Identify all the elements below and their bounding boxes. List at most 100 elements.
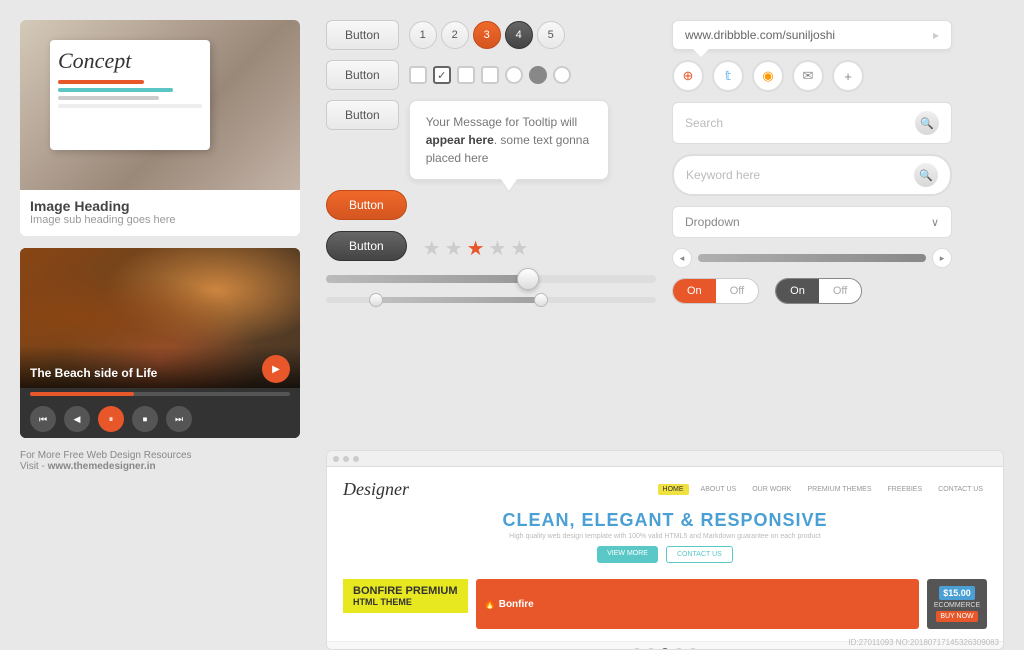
nav-home[interactable]: HOME: [658, 484, 689, 495]
image-subheading: Image sub heading goes here: [30, 214, 290, 226]
email-icon[interactable]: ✉: [792, 60, 824, 92]
button-orange[interactable]: Button: [326, 190, 407, 220]
search-box[interactable]: Search 🔍: [672, 102, 952, 144]
radio-3[interactable]: [553, 66, 571, 84]
keyword-box[interactable]: Keyword here 🔍: [672, 154, 952, 196]
footer-website: www.themedesigner.in: [48, 461, 156, 472]
bonfire-title: BONFIRE PREMIUM: [353, 585, 458, 597]
toggle-on-2[interactable]: On: [776, 279, 819, 303]
nav-about[interactable]: ABOUT US: [697, 484, 741, 495]
browser-dot-2: [343, 456, 349, 462]
nav-freebies[interactable]: FREEBIES: [884, 484, 927, 495]
view-more-btn[interactable]: VIEW MORE: [597, 546, 658, 563]
preview-nav: Designer HOME ABOUT US OUR WORK PREMIUM …: [343, 479, 987, 500]
checkboxes-row: ✓: [409, 66, 571, 84]
pause-button[interactable]: ⏸: [98, 406, 124, 432]
stop-button[interactable]: ⏹: [132, 406, 158, 432]
twitter-icon[interactable]: 𝕥: [712, 60, 744, 92]
range-thumb-left[interactable]: [369, 293, 383, 307]
skip-back-button[interactable]: ⏮: [30, 406, 56, 432]
page-1[interactable]: 1: [409, 21, 437, 49]
image-card-info: Image Heading Image sub heading goes her…: [20, 190, 300, 236]
radio-1[interactable]: [505, 66, 523, 84]
star-5[interactable]: ★: [510, 236, 528, 261]
range-left-arrow[interactable]: ◂: [672, 248, 692, 268]
range-track-wide[interactable]: [698, 254, 926, 262]
url-icon: ▸: [933, 28, 939, 42]
range-right-arrow[interactable]: ▸: [932, 248, 952, 268]
dropdown[interactable]: Dropdown ∨: [672, 206, 952, 238]
image-heading: Image Heading: [30, 198, 290, 214]
video-title: The Beach side of Life: [30, 366, 157, 380]
search-button[interactable]: 🔍: [915, 111, 939, 135]
page-2[interactable]: 2: [441, 21, 469, 49]
left-panel: Concept Image Heading Image sub heading …: [20, 20, 310, 438]
button-3[interactable]: Button: [326, 100, 399, 130]
star-1[interactable]: ★: [423, 236, 441, 261]
slider-1-thumb[interactable]: [517, 268, 539, 290]
buy-now-btn[interactable]: BUY NOW: [936, 611, 977, 622]
toggle-off-1[interactable]: Off: [716, 279, 758, 303]
inner-line-3: [58, 96, 159, 100]
pagination: 1 2 3 4 5: [409, 21, 565, 49]
footer-visit: Visit -: [20, 461, 48, 472]
orange-bar: 🔥 Bonfire: [476, 579, 920, 629]
checkbox-4[interactable]: [481, 66, 499, 84]
page-5[interactable]: 5: [537, 21, 565, 49]
browser-bar: [327, 451, 1003, 467]
button-dark[interactable]: Button: [326, 231, 407, 261]
browser-dot-1: [333, 456, 339, 462]
inner-lines: [58, 80, 202, 108]
checkbox-2-checked[interactable]: ✓: [433, 66, 451, 84]
inner-line-2: [58, 88, 173, 92]
page-3-active[interactable]: 3: [473, 21, 501, 49]
nav-work[interactable]: OUR WORK: [748, 484, 795, 495]
browser-dot-3: [353, 456, 359, 462]
contact-btn[interactable]: CONTACT US: [666, 546, 733, 563]
url-bar: www.dribbble.com/suniljoshi ▸: [672, 20, 952, 50]
range-row-right: ◂ ▸: [672, 248, 952, 268]
search-placeholder: Search: [685, 116, 915, 130]
star-2[interactable]: ★: [445, 236, 463, 261]
toggle-orange: On Off: [672, 278, 759, 304]
star-4[interactable]: ★: [489, 236, 507, 261]
slider-1[interactable]: [326, 271, 656, 287]
preview-hero: CLEAN, ELEGANT & RESPONSIVE High quality…: [343, 510, 987, 563]
price-badge: $15.00: [939, 586, 975, 600]
tooltip-bold: appear here: [426, 133, 494, 147]
tooltip-arrow: [501, 179, 517, 191]
button-2[interactable]: Button: [326, 60, 399, 90]
tooltip-area: Button Your Message for Tooltip will app…: [326, 100, 656, 180]
toggle-off-2[interactable]: Off: [819, 279, 861, 303]
button-1[interactable]: Button: [326, 20, 399, 50]
nav-contact[interactable]: CONTACT US: [934, 484, 987, 495]
keyword-search-button[interactable]: 🔍: [914, 163, 938, 187]
preview-logo: Designer: [343, 479, 409, 500]
page-4-dark[interactable]: 4: [505, 21, 533, 49]
rss-icon[interactable]: ◉: [752, 60, 784, 92]
video-controls: ⏮ ◀ ⏸ ⏹ ⏭: [20, 400, 300, 438]
main-container: Concept Image Heading Image sub heading …: [0, 0, 1024, 638]
video-thumbnail: The Beach side of Life ▶: [20, 248, 300, 388]
checkbox-1[interactable]: [409, 66, 427, 84]
nav-themes[interactable]: PREMIUM THEMES: [803, 484, 875, 495]
range-slider[interactable]: [326, 297, 656, 303]
ecommerce-label: ECOMMERCE: [934, 602, 980, 609]
check-mark: ✓: [437, 69, 446, 82]
prev-button[interactable]: ◀: [64, 406, 90, 432]
slider-1-fill: [326, 275, 524, 283]
toggle-on-1[interactable]: On: [673, 279, 716, 303]
play-button-overlay[interactable]: ▶: [262, 355, 290, 383]
concept-label: Concept: [58, 48, 202, 74]
checkbox-3[interactable]: [457, 66, 475, 84]
image-card-inner: Concept: [50, 40, 210, 150]
toggle-dark: On Off: [775, 278, 862, 304]
preview-nav-items: HOME ABOUT US OUR WORK PREMIUM THEMES FR…: [658, 484, 987, 495]
star-3-active[interactable]: ★: [467, 236, 485, 261]
radio-2-filled[interactable]: [529, 66, 547, 84]
video-card: The Beach side of Life ▶ ⏮ ◀ ⏸ ⏹ ⏭: [20, 248, 300, 438]
range-thumb-right[interactable]: [534, 293, 548, 307]
plus-icon[interactable]: +: [832, 60, 864, 92]
globe-icon[interactable]: ⊕: [672, 60, 704, 92]
next-button[interactable]: ⏭: [166, 406, 192, 432]
